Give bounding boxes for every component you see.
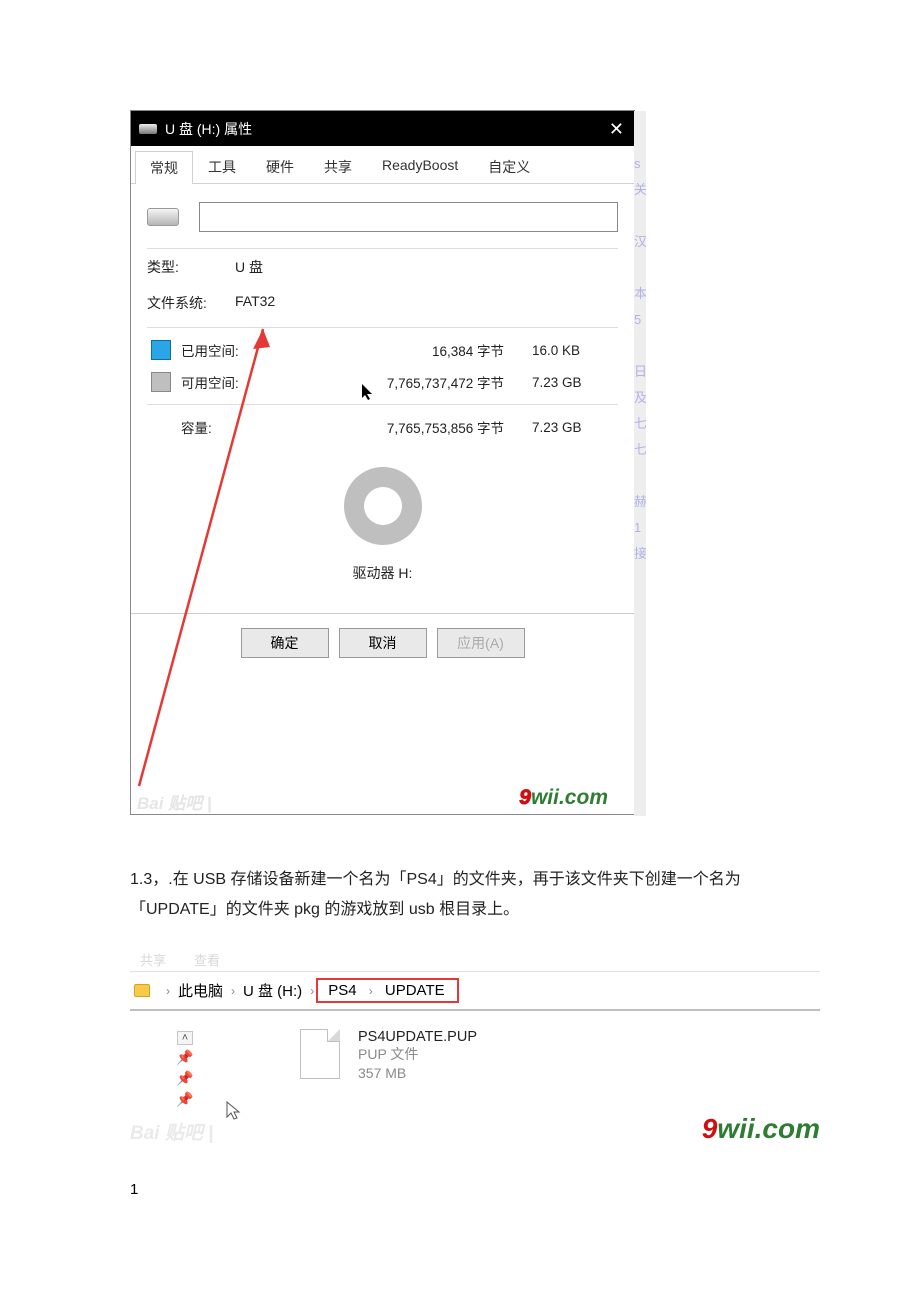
dialog-body: 类型: U 盘 文件系统: FAT32 已用空间: 16,384 字节 16.0… (131, 184, 634, 613)
drive-name-input[interactable] (199, 202, 618, 232)
page-number: 1 (130, 1181, 790, 1198)
label-capacity: 容量: (181, 417, 249, 437)
highlighted-path: PS4 › UPDATE (316, 978, 458, 1003)
label-type: 类型: (147, 257, 235, 277)
label-used: 已用空间: (181, 340, 249, 360)
label-free: 可用空间: (181, 372, 249, 392)
scroll-up-icon[interactable]: ˄ (177, 1031, 193, 1045)
dialog-button-row: 确定 取消 应用(A) (131, 614, 634, 674)
tab-tools[interactable]: 工具 (193, 150, 251, 183)
chevron-right-icon: › (160, 984, 176, 998)
dialog-tabs: 常规 工具 硬件 共享 ReadyBoost 自定义 (131, 146, 634, 184)
pin-icon: 📌 (176, 1089, 193, 1110)
breadcrumb-item-udisk[interactable]: U 盘 (H:) (241, 980, 304, 1001)
instruction-paragraph: 1.3，.在 USB 存储设备新建一个名为「PS4」的文件夹，再于该文件夹下创建… (130, 865, 790, 924)
drive-icon (139, 124, 157, 134)
value-type: U 盘 (235, 257, 263, 277)
chevron-right-icon: › (225, 984, 241, 998)
explorer-screenshot: 共享 查看 › 此电脑 › U 盘 (H:) › PS4 › UPDATE ˄ … (130, 950, 820, 1141)
tab-hardware[interactable]: 硬件 (251, 150, 309, 183)
drive-properties-dialog: U 盘 (H:) 属性 ✕ 常规 工具 硬件 共享 ReadyBoost 自定义… (130, 110, 635, 815)
free-swatch-icon (151, 372, 171, 392)
sidebar-ghost: ˄ 📌 📌 📌 (130, 1031, 240, 1110)
folder-icon (134, 984, 150, 997)
close-icon[interactable]: ✕ (609, 120, 624, 138)
ribbon-tab-view[interactable]: 查看 (194, 950, 220, 969)
ribbon-tabs-row: 共享 查看 (130, 950, 820, 972)
cursor-icon (224, 1101, 244, 1121)
watermark-91wii: 9wii.com (702, 1113, 820, 1145)
file-icon[interactable] (300, 1029, 340, 1079)
file-size: 357 MB (358, 1064, 477, 1083)
pin-icon: 📌 (176, 1047, 193, 1068)
watermark-tieba: Bai 贴吧 | (130, 1118, 213, 1145)
file-meta: PS4UPDATE.PUP PUP 文件 357 MB (358, 1029, 477, 1115)
cancel-button[interactable]: 取消 (339, 628, 427, 658)
dialog-title: U 盘 (H:) 属性 (165, 119, 609, 139)
label-filesystem: 文件系统: (147, 293, 235, 313)
breadcrumb: › 此电脑 › U 盘 (H:) › PS4 › UPDATE (130, 972, 820, 1011)
value-filesystem: FAT32 (235, 293, 275, 313)
ribbon-tab-share[interactable]: 共享 (140, 950, 166, 969)
value-free-human: 7.23 GB (532, 375, 618, 390)
watermark-91wii: 9wii.com (519, 786, 608, 810)
apply-button[interactable]: 应用(A) (437, 628, 525, 658)
drive-letter-label: 驱动器 H: (147, 563, 618, 603)
tab-sharing[interactable]: 共享 (309, 150, 367, 183)
file-name[interactable]: PS4UPDATE.PUP (358, 1029, 477, 1045)
tab-readyboost[interactable]: ReadyBoost (367, 150, 473, 183)
breadcrumb-item-thispc[interactable]: 此电脑 (176, 980, 225, 1001)
pin-icon: 📌 (176, 1068, 193, 1089)
value-capacity-bytes: 7,765,753,856 字节 (249, 417, 532, 437)
background-noise: s 关 汉 本 5 日 及 七 七 赫 1 接 (634, 111, 646, 816)
watermark-tieba: Bai 贴吧 | (137, 789, 212, 814)
usage-pie-icon (344, 467, 422, 545)
file-type: PUP 文件 (358, 1045, 477, 1064)
used-swatch-icon (151, 340, 171, 360)
dialog-titlebar[interactable]: U 盘 (H:) 属性 ✕ (131, 111, 634, 146)
chevron-right-icon: › (363, 984, 379, 998)
value-used-bytes: 16,384 字节 (249, 340, 532, 360)
tab-customize[interactable]: 自定义 (473, 150, 545, 183)
value-used-human: 16.0 KB (532, 343, 618, 358)
ok-button[interactable]: 确定 (241, 628, 329, 658)
value-capacity-human: 7.23 GB (532, 420, 618, 435)
tab-general[interactable]: 常规 (135, 151, 193, 184)
drive-icon-big (147, 208, 179, 226)
value-free-bytes: 7,765,737,472 字节 (249, 372, 532, 392)
breadcrumb-item-ps4[interactable]: PS4 (326, 982, 358, 999)
breadcrumb-item-update[interactable]: UPDATE (383, 982, 447, 999)
